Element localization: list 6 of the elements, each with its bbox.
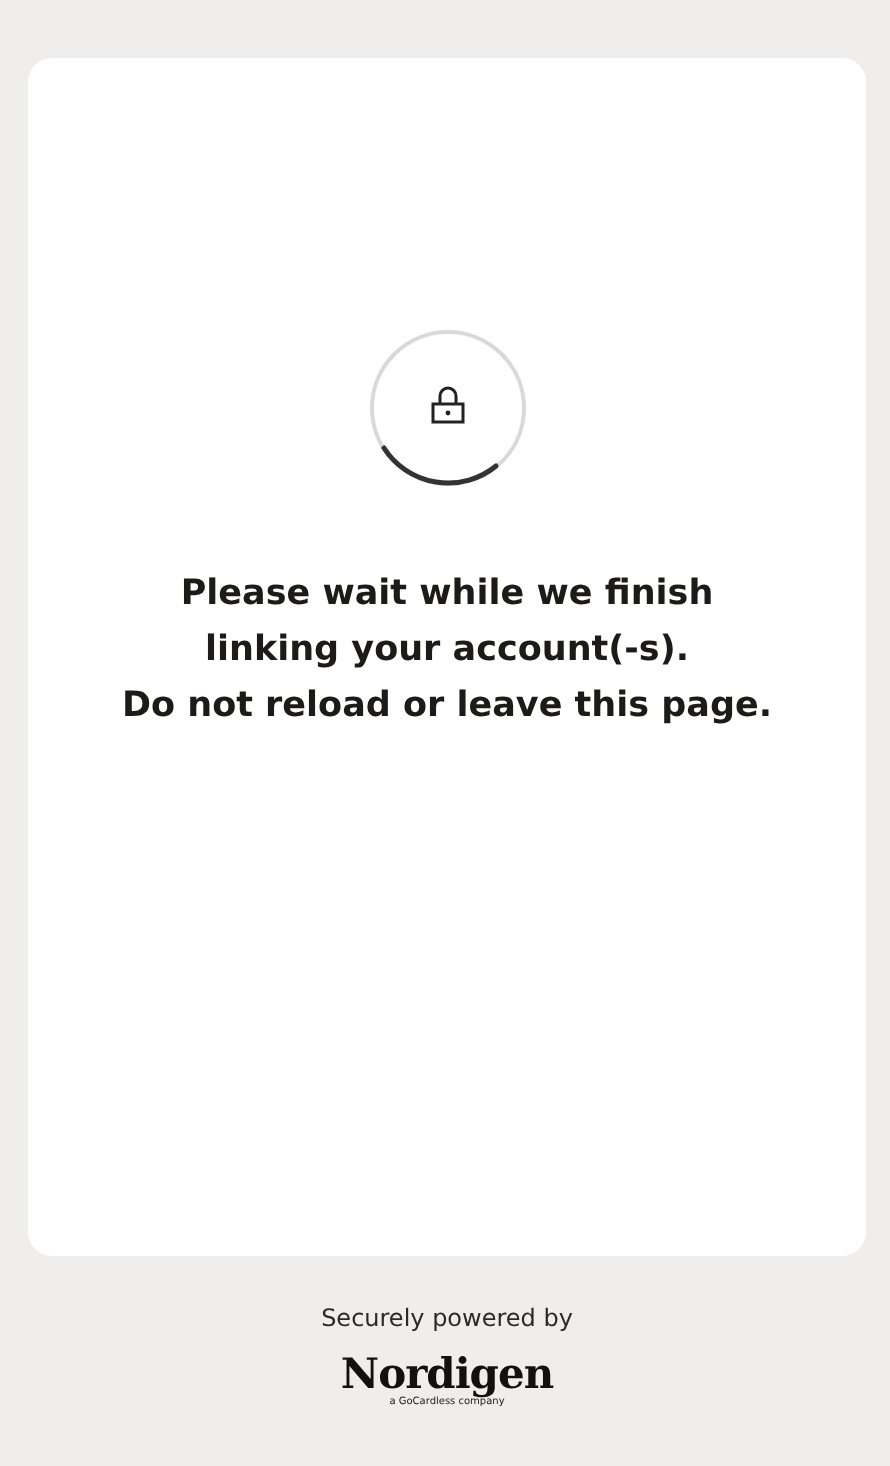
powered-by-caption: Securely powered by [321,1304,573,1332]
status-message: Please wait while we finish [180,572,714,616]
brand-logo: Nordigen [340,1352,554,1396]
status-message: Do not reload or leave this page. [121,684,773,728]
status-message: linking your account(-s). [205,628,689,672]
lock-icon [430,386,464,424]
